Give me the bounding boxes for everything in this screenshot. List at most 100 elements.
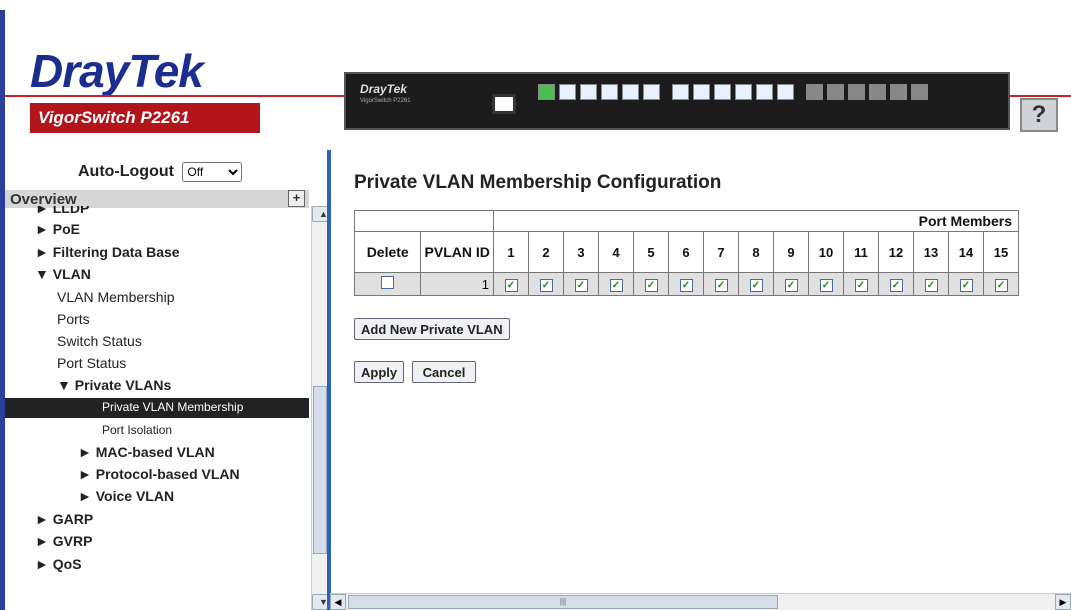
sfp-port-icon[interactable]: [806, 84, 823, 100]
port-icon[interactable]: [559, 84, 576, 100]
member-cell: ✓: [493, 272, 529, 296]
scroll-up-icon[interactable]: ▲: [312, 206, 328, 222]
nav-item-switch-status[interactable]: Switch Status: [57, 333, 142, 349]
member-checkbox[interactable]: ✓: [539, 279, 553, 292]
member-checkbox[interactable]: ✓: [854, 279, 868, 292]
scroll-thumb[interactable]: [313, 386, 327, 554]
member-checkbox[interactable]: ✓: [679, 279, 693, 292]
port-icon[interactable]: [580, 84, 597, 100]
port-icon[interactable]: [735, 84, 752, 100]
member-checkbox[interactable]: ✓: [749, 279, 763, 292]
port-icon[interactable]: [777, 84, 794, 100]
port-column-header: 6: [668, 231, 704, 273]
auto-logout-label: Auto-Logout: [78, 163, 174, 180]
nav-item-poe[interactable]: ► PoE: [35, 221, 80, 237]
port-icon[interactable]: [601, 84, 618, 100]
help-button[interactable]: ?: [1020, 98, 1058, 132]
delete-checkbox[interactable]: [381, 276, 395, 289]
pvlan-id-cell: 1: [420, 272, 494, 296]
member-cell: ✓: [563, 272, 599, 296]
scroll-thumb[interactable]: |||: [348, 595, 778, 609]
port-icon[interactable]: [693, 84, 710, 100]
delete-column-header: Delete: [353, 231, 422, 273]
nav-item-filtering-data-base[interactable]: ► Filtering Data Base: [35, 244, 180, 260]
member-checkbox[interactable]: ✓: [994, 279, 1008, 292]
member-checkbox[interactable]: ✓: [609, 279, 623, 292]
port-column-header: 5: [633, 231, 669, 273]
sidebar-scrollbar[interactable]: ▲ ▼: [311, 206, 328, 610]
scroll-right-icon[interactable]: ▶: [1055, 594, 1071, 610]
nav-item-lldp[interactable]: ► LLDP: [35, 206, 89, 216]
port-column-header: 10: [808, 231, 844, 273]
member-checkbox[interactable]: ✓: [714, 279, 728, 292]
member-checkbox[interactable]: ✓: [504, 279, 518, 292]
nav-item-garp[interactable]: ► GARP: [35, 511, 93, 527]
page-title: Private VLAN Membership Configuration: [354, 172, 722, 193]
port-column-header: 13: [913, 231, 949, 273]
add-new-private-vlan-button[interactable]: Add New Private VLAN: [354, 318, 510, 340]
port-column-header: 7: [703, 231, 739, 273]
member-cell: ✓: [598, 272, 634, 296]
expand-icon[interactable]: +: [288, 190, 305, 207]
member-cell: ✓: [913, 272, 949, 296]
member-checkbox[interactable]: ✓: [574, 279, 588, 292]
port-icon[interactable]: [538, 84, 555, 100]
port-icon[interactable]: [622, 84, 639, 100]
main-content: Private VLAN Membership Configuration Po…: [340, 160, 1071, 610]
nav-item-port-isolation[interactable]: Port Isolation: [102, 423, 172, 437]
nav-item-qos[interactable]: ► QoS: [35, 556, 82, 572]
member-checkbox[interactable]: ✓: [644, 279, 658, 292]
member-cell: ✓: [843, 272, 879, 296]
nav-item-voice-vlan[interactable]: ► Voice VLAN: [78, 488, 174, 504]
nav-item-ports[interactable]: Ports: [57, 311, 90, 327]
port-column-header: 15: [983, 231, 1019, 273]
member-cell: ✓: [738, 272, 774, 296]
apply-button[interactable]: Apply: [354, 361, 404, 383]
nav-item-vlan[interactable]: ▼ VLAN: [35, 266, 91, 282]
member-cell: ✓: [668, 272, 704, 296]
port-icon[interactable]: [756, 84, 773, 100]
nav-item-vlan-membership[interactable]: VLAN Membership: [57, 289, 175, 305]
port-column-header: 3: [563, 231, 599, 273]
sfp-port-icon[interactable]: [827, 84, 844, 100]
port-icon[interactable]: [714, 84, 731, 100]
port-column-header: 12: [878, 231, 914, 273]
port-icon[interactable]: [672, 84, 689, 100]
delete-cell: [353, 272, 422, 296]
sfp-port-icon[interactable]: [848, 84, 865, 100]
member-checkbox[interactable]: ✓: [924, 279, 938, 292]
auto-logout-select[interactable]: Off: [182, 162, 243, 182]
cancel-button[interactable]: Cancel: [412, 361, 476, 383]
member-cell: ✓: [878, 272, 914, 296]
table-row: 1 ✓ ✓ ✓ ✓ ✓ ✓ ✓ ✓ ✓ ✓ ✓ ✓ ✓ ✓ ✓: [353, 272, 1019, 296]
port-icon[interactable]: [643, 84, 660, 100]
port-column-header: 9: [773, 231, 809, 273]
draytek-logo: DrayTek: [30, 45, 204, 97]
member-checkbox[interactable]: ✓: [819, 279, 833, 292]
scroll-down-icon[interactable]: ▼: [312, 594, 328, 610]
member-checkbox[interactable]: ✓: [889, 279, 903, 292]
sfp-port-icon[interactable]: [890, 84, 907, 100]
member-cell: ✓: [773, 272, 809, 296]
port-column-header: 1: [493, 231, 529, 273]
top-frame: [0, 0, 1071, 12]
sfp-port-icon[interactable]: [911, 84, 928, 100]
port-column-header: 14: [948, 231, 984, 273]
scroll-left-icon[interactable]: ◀: [330, 594, 346, 610]
sfp-port-icon[interactable]: [869, 84, 886, 100]
port-column-header: 2: [528, 231, 564, 273]
member-checkbox[interactable]: ✓: [784, 279, 798, 292]
member-checkbox[interactable]: ✓: [959, 279, 973, 292]
member-cell: ✓: [528, 272, 564, 296]
table-header-blank: [354, 210, 494, 232]
member-cell: ✓: [948, 272, 984, 296]
port-column-header: 8: [738, 231, 774, 273]
main-horizontal-scrollbar[interactable]: ◀ ||| ▶: [330, 593, 1071, 610]
nav-item-private-vlan-membership[interactable]: Private VLAN Membership: [102, 400, 243, 414]
nav-item-private-vlans[interactable]: ▼ Private VLANs: [57, 377, 171, 393]
nav-item-port-status[interactable]: Port Status: [57, 355, 126, 371]
nav-item-protocol-based-vlan[interactable]: ► Protocol-based VLAN: [78, 466, 240, 482]
nav-item-gvrp[interactable]: ► GVRP: [35, 533, 92, 549]
frame-divider[interactable]: [327, 150, 331, 610]
nav-item-mac-based-vlan[interactable]: ► MAC-based VLAN: [78, 444, 215, 460]
